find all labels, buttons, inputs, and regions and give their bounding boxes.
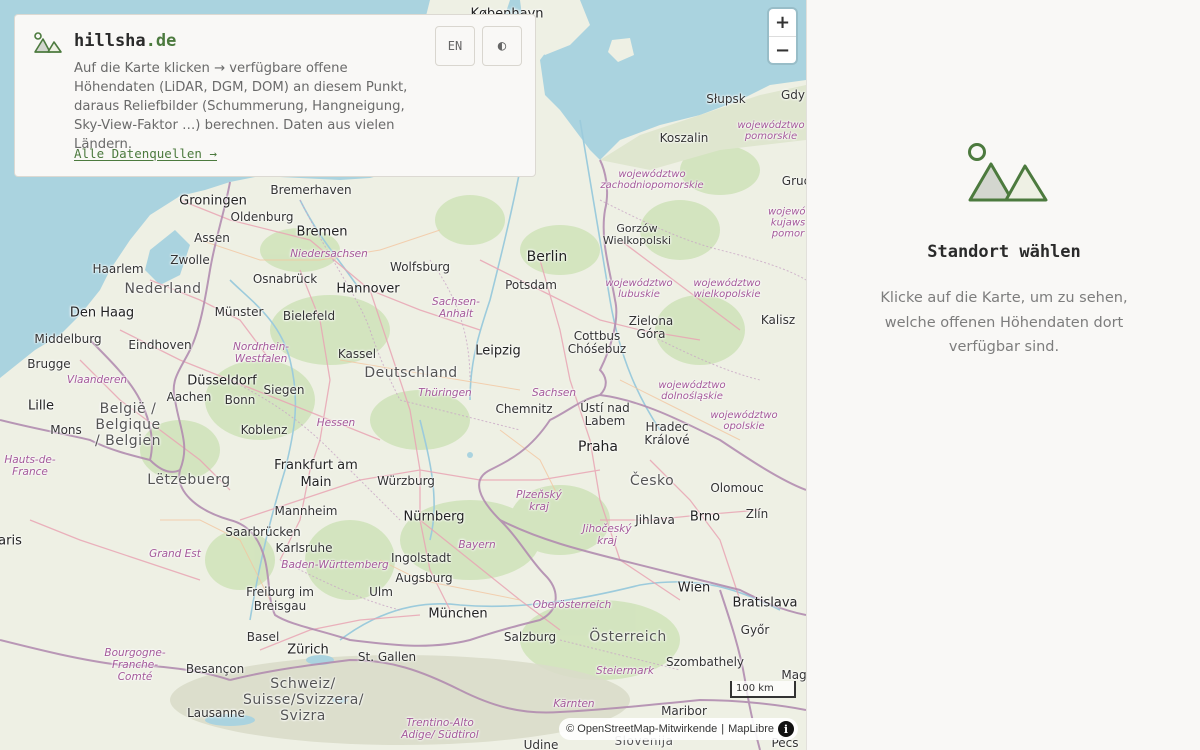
map-attribution: © OpenStreetMap-Mitwirkende | MapLibre i — [559, 718, 798, 740]
side-panel: Standort wählen Klicke auf die Karte, um… — [806, 0, 1200, 750]
brand-tld: .de — [145, 31, 177, 51]
app-description: Auf die Karte klicken → verfügbare offen… — [74, 61, 408, 152]
zoom-control: + − — [769, 9, 796, 63]
brand-name: hillsha — [74, 31, 146, 51]
all-sources-link[interactable]: Alle Datenquellen → — [74, 146, 217, 161]
zoom-out-button[interactable]: − — [769, 36, 796, 63]
language-button[interactable]: EN — [435, 26, 475, 66]
attribution-osm-link[interactable]: © OpenStreetMap-Mitwirkende — [566, 723, 717, 735]
attribution-maplibre-link[interactable]: MapLibre — [728, 723, 774, 735]
map-canvas[interactable]: København Słupsk Gdy Koszalin województw… — [0, 0, 806, 750]
theme-toggle-button[interactable]: ◐ — [482, 26, 522, 66]
zoom-in-button[interactable]: + — [769, 9, 796, 36]
info-card: hillsha.de Auf die Karte klicken → verfü… — [14, 14, 536, 177]
attribution-separator: | — [721, 723, 725, 735]
scale-bar: 100 km — [730, 681, 796, 698]
panel-title: Standort wählen — [927, 242, 1081, 262]
brand-title: hillsha.de — [74, 31, 176, 51]
mountain-logo-icon — [34, 32, 62, 53]
panel-hint: Klicke auf die Karte, um zu sehen, welch… — [880, 290, 1128, 355]
mountain-placeholder-icon — [968, 143, 1048, 202]
info-icon[interactable]: i — [778, 721, 794, 737]
